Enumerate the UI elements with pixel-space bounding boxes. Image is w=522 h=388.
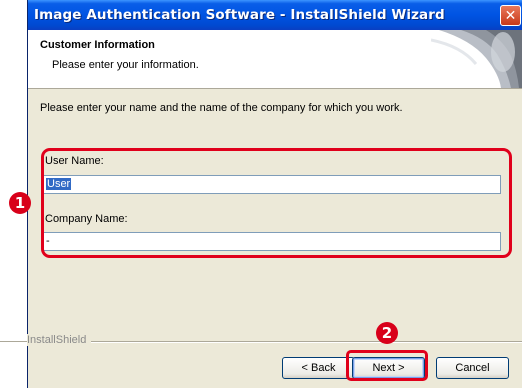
back-button[interactable]: < Back xyxy=(282,357,355,379)
cancel-button[interactable]: Cancel xyxy=(436,357,509,379)
annotation-highlight-fields xyxy=(41,148,512,258)
page-subtitle: Please enter your information. xyxy=(52,59,199,71)
annotation-badge-2: 2 xyxy=(376,322,398,344)
installshield-text: InstallShield xyxy=(27,334,87,346)
instruction-text: Please enter your name and the name of t… xyxy=(40,102,403,114)
wizard-header: Customer Information Please enter your i… xyxy=(28,30,522,89)
close-icon: ✕ xyxy=(504,8,517,24)
annotation-highlight-next xyxy=(346,350,428,381)
window-title: Image Authentication Software - InstallS… xyxy=(34,7,445,23)
close-button[interactable]: ✕ xyxy=(500,5,521,26)
installshield-label: InstallShield xyxy=(27,334,92,346)
wizard-art-icon xyxy=(431,30,522,88)
title-bar[interactable]: Image Authentication Software - InstallS… xyxy=(28,0,522,30)
page-title: Customer Information xyxy=(40,39,155,51)
annotation-badge-1: 1 xyxy=(9,192,31,214)
